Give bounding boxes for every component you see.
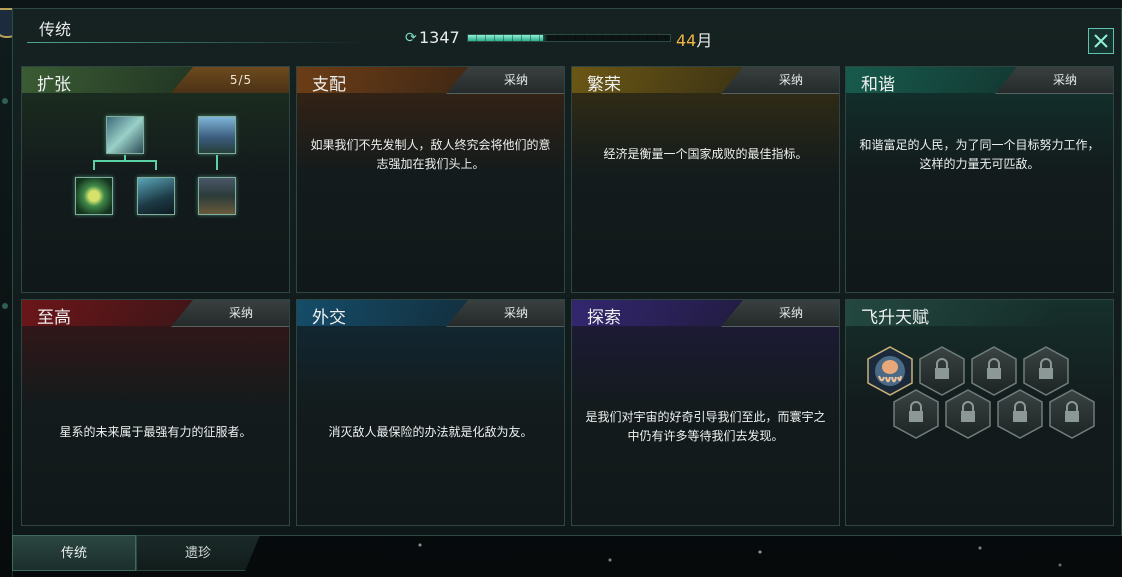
- tradition-card-harmony[interactable]: 和谐 采纳 和谐富足的人民，为了同一个目标努力工作，这样的力量无可匹敌。: [845, 66, 1114, 293]
- card-title: 扩张: [37, 75, 71, 95]
- tree-connector: [155, 160, 157, 170]
- tab-traditions[interactable]: 传统: [12, 535, 136, 571]
- ascension-slot-locked[interactable]: [919, 346, 965, 396]
- perk-planet-network-icon[interactable]: [75, 177, 113, 215]
- tab-relics[interactable]: 遗珍: [136, 535, 260, 571]
- completion-count: 5/5: [229, 73, 253, 87]
- card-description: 是我们对宇宙的好奇引导我们至此，而寰宇之中仍有许多等待我们去发现。: [585, 409, 826, 443]
- ascension-slot-locked[interactable]: [893, 389, 939, 439]
- tree-connector: [93, 160, 157, 162]
- ascension-perks-card: 飞升天赋: [845, 299, 1114, 526]
- traditions-window: 传统 ⟳ 1347 44月 扩张 5/5 支配 采纳 如果我们不先发制人，敌人终…: [12, 8, 1122, 536]
- unity-value: 1347: [419, 28, 460, 47]
- tradition-card-diplomacy[interactable]: 外交 采纳 消灭敌人最保险的办法就是化敌为友。: [296, 299, 565, 526]
- perk-population-icon[interactable]: [198, 116, 236, 154]
- ascension-slot-locked[interactable]: [1049, 389, 1095, 439]
- unity-progress-ticks: [468, 35, 670, 41]
- adopt-button[interactable]: 采纳: [743, 300, 839, 326]
- ascension-slot-locked[interactable]: [1023, 346, 1069, 396]
- close-button[interactable]: [1088, 28, 1114, 54]
- months-number: 44: [676, 31, 697, 50]
- card-description: 如果我们不先发制人，敌人终究会将他们的意志强加在我们头上。: [310, 137, 551, 171]
- tree-connector: [93, 160, 95, 170]
- card-title: 探索: [587, 308, 621, 328]
- months-unit: 月: [696, 31, 713, 50]
- tradition-card-expansion[interactable]: 扩张 5/5: [21, 66, 290, 293]
- sidebar-dot-icon[interactable]: [2, 98, 8, 104]
- card-description: 消灭敌人最保险的办法就是化敌为友。: [328, 425, 533, 439]
- tradition-card-prosperity[interactable]: 繁荣 采纳 经济是衡量一个国家成败的最佳指标。: [571, 66, 840, 293]
- tradition-card-domination[interactable]: 支配 采纳 如果我们不先发制人，敌人终究会将他们的意志强加在我们头上。: [296, 66, 565, 293]
- sidebar-dot-icon[interactable]: [2, 303, 8, 309]
- tradition-card-discovery[interactable]: 探索 采纳 是我们对宇宙的好奇引导我们至此，而寰宇之中仍有许多等待我们去发现。: [571, 299, 840, 526]
- perk-colonization-icon[interactable]: [106, 116, 144, 154]
- tree-connector: [216, 155, 218, 170]
- perk-starship-icon[interactable]: [137, 177, 175, 215]
- close-icon: [1094, 34, 1108, 48]
- card-title: 至高: [37, 308, 71, 328]
- adopt-button[interactable]: 采纳: [468, 300, 564, 326]
- months-remaining: 44月: [676, 27, 712, 51]
- perk-settlers-icon[interactable]: [198, 177, 236, 215]
- tradition-card-supremacy[interactable]: 至高 采纳 星系的未来属于最强有力的征服者。: [21, 299, 290, 526]
- card-title: 外交: [312, 308, 346, 328]
- card-description: 星系的未来属于最强有力的征服者。: [59, 425, 252, 439]
- ascension-slots-grid: [867, 346, 1095, 439]
- ascension-slot-locked[interactable]: [971, 346, 1017, 396]
- unity-progress-bar: [467, 34, 671, 42]
- title-divider: [27, 42, 367, 43]
- card-description: 和谐富足的人民，为了同一个目标努力工作，这样的力量无可匹敌。: [859, 137, 1100, 171]
- card-description: 经济是衡量一个国家成败的最佳指标。: [603, 147, 808, 161]
- card-title: 飞升天赋: [861, 308, 929, 328]
- adopt-button[interactable]: 采纳: [193, 300, 289, 326]
- unity-icon: ⟳: [405, 30, 417, 46]
- ascension-slot-locked[interactable]: [997, 389, 1043, 439]
- window-title: 传统: [39, 20, 72, 39]
- ascension-slot-locked[interactable]: [945, 389, 991, 439]
- ascension-slot-unlocked[interactable]: [867, 346, 913, 396]
